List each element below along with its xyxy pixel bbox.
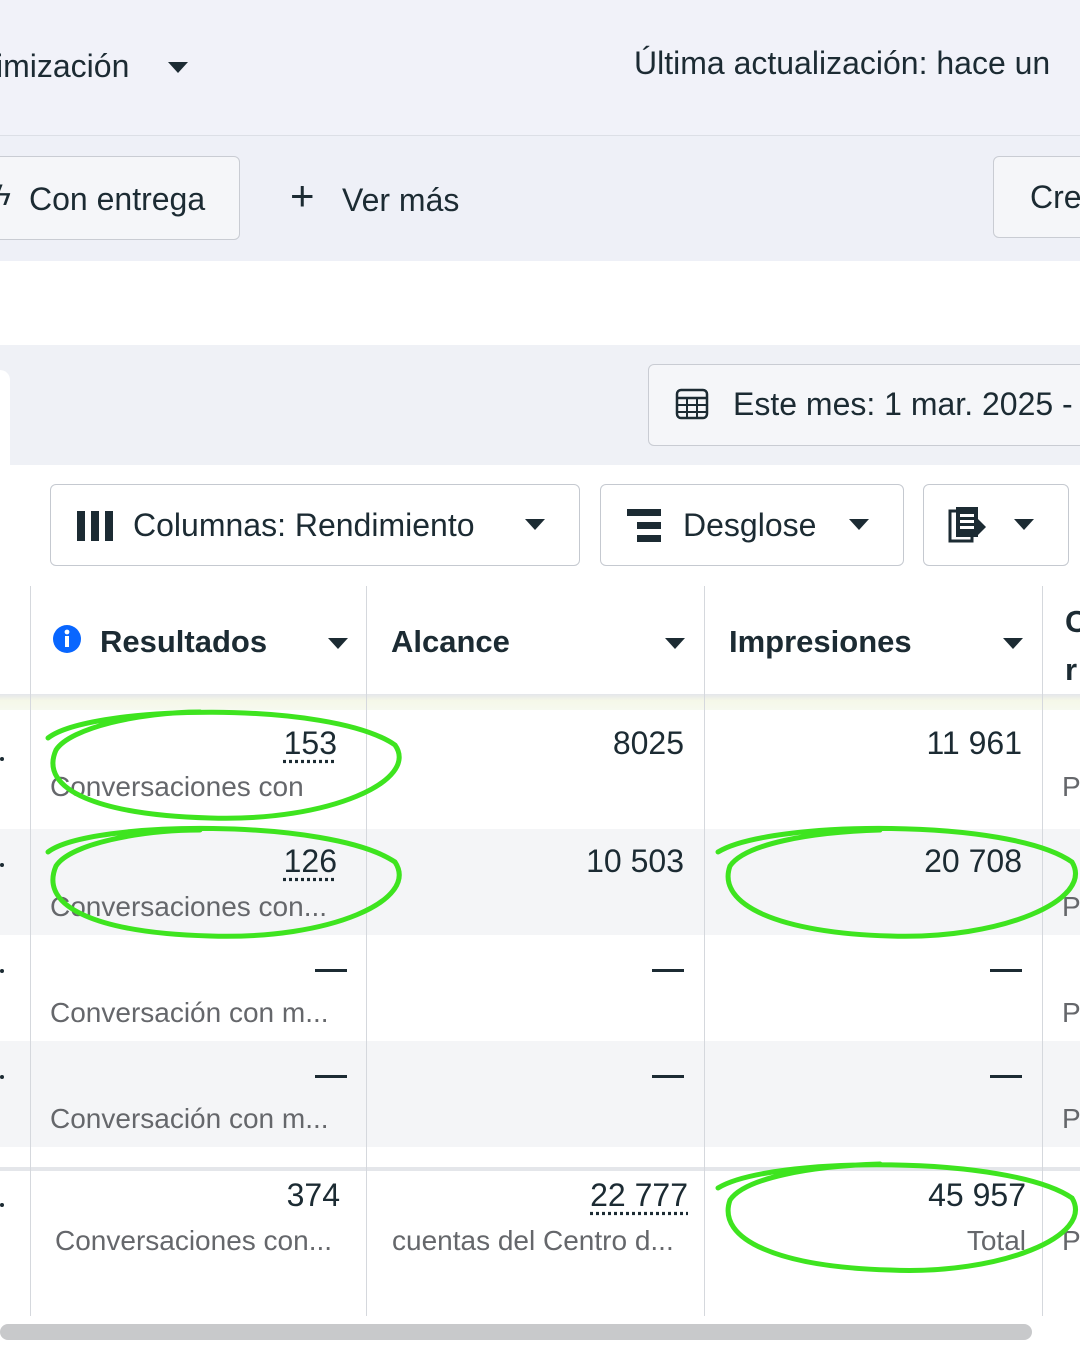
totals-row: 374 Conversaciones con... 22 777 cuentas… <box>0 1171 1080 1311</box>
row-edge-marker <box>0 1075 4 1079</box>
date-range-picker[interactable]: Este mes: 1 mar. 2025 - <box>648 364 1080 446</box>
see-more-label: Ver más <box>342 182 460 218</box>
partial-cell-text: P <box>1062 891 1080 922</box>
plus-icon: + <box>290 172 315 219</box>
columns-icon <box>77 511 113 541</box>
chevron-down-icon[interactable] <box>168 62 188 73</box>
column-header-results[interactable]: Resultados <box>30 586 366 694</box>
chevron-down-icon[interactable] <box>1003 638 1023 649</box>
table-row[interactable]: Conversación con m... P <box>0 935 1080 1041</box>
reach-value: 10 503 <box>586 843 684 879</box>
partial-cell-text: P <box>1062 771 1080 802</box>
reports-dropdown[interactable] <box>923 484 1069 566</box>
results-table: Resultados Alcance Impresiones C r 153 C… <box>0 586 1080 1326</box>
column-header-partial[interactable]: C r <box>1043 586 1080 694</box>
last-update-text: Última actualización: hace un <box>634 45 1051 81</box>
row-edge-marker <box>0 863 4 867</box>
impressions-empty-dash <box>990 1075 1022 1078</box>
left-panel-edge <box>0 370 10 465</box>
create-button[interactable]: Cre <box>993 156 1080 238</box>
chevron-down-icon <box>525 519 545 530</box>
create-button-label: Cre <box>1030 179 1080 215</box>
partial-cell-text: P <box>1062 1103 1080 1134</box>
chevron-down-icon <box>1014 519 1034 530</box>
column-header-reach-label: Alcance <box>391 624 510 659</box>
column-header-partial-top: C <box>1065 604 1080 639</box>
column-divider <box>30 586 31 1316</box>
results-subtext: Conversaciones con... <box>50 891 328 922</box>
calendar-icon <box>675 388 709 420</box>
columns-label: Columnas: Rendimiento <box>133 507 475 543</box>
row-edge-marker <box>0 757 4 761</box>
column-header-reach[interactable]: Alcance <box>367 586 704 694</box>
chevron-down-icon <box>849 519 869 530</box>
column-header-results-label: Resultados <box>100 624 268 659</box>
info-icon <box>53 625 81 653</box>
total-results-subtext: Conversaciones con... <box>55 1225 333 1256</box>
partial-cell-text: P <box>1062 997 1080 1028</box>
results-subtext: Conversación con m... <box>50 997 329 1028</box>
reports-icon <box>948 507 986 543</box>
results-value[interactable]: 126 <box>284 843 337 880</box>
total-impressions-value: 45 957 <box>928 1177 1026 1213</box>
results-empty-dash <box>315 1075 347 1078</box>
chevron-down-icon[interactable] <box>665 638 685 649</box>
impressions-value: 20 708 <box>924 843 1022 879</box>
impressions-empty-dash <box>990 969 1022 972</box>
results-empty-dash <box>315 969 347 972</box>
row-edge-marker <box>0 969 4 973</box>
row-edge-marker <box>0 1203 4 1207</box>
column-header-impressions[interactable]: Impresiones <box>705 586 1042 694</box>
column-divider <box>1042 586 1043 1316</box>
breakdown-dropdown[interactable]: Desglose <box>600 484 904 566</box>
total-impressions-subtext: Total <box>966 1225 1026 1256</box>
lightning-icon: ϟ <box>0 179 11 212</box>
date-range-label: Este mes: 1 mar. 2025 - <box>733 386 1073 422</box>
column-header-impressions-label: Impresiones <box>729 624 912 659</box>
column-divider <box>704 586 705 1316</box>
impressions-value: 11 961 <box>926 725 1023 761</box>
column-divider <box>366 586 367 1316</box>
breakdown-label: Desglose <box>683 507 817 543</box>
optimization-dropdown-label[interactable]: imización <box>0 48 129 85</box>
total-results-value: 374 <box>286 1177 340 1213</box>
columns-dropdown[interactable]: Columnas: Rendimiento <box>50 484 580 566</box>
delivery-filter-chip[interactable]: ϟ Con entrega <box>0 156 240 240</box>
column-header-partial-bottom: r <box>1065 652 1078 687</box>
header-divider <box>0 694 1080 710</box>
chevron-down-icon[interactable] <box>328 638 348 649</box>
results-subtext: Conversaciones con <box>50 771 304 802</box>
reach-empty-dash <box>652 969 684 972</box>
breakdown-icon <box>627 509 661 542</box>
horizontal-scrollbar[interactable] <box>0 1324 1032 1340</box>
table-row[interactable]: 126 Conversaciones con... 10 503 20 708 … <box>0 829 1080 935</box>
total-reach-subtext: cuentas del Centro d... <box>392 1225 674 1256</box>
reach-empty-dash <box>652 1075 684 1078</box>
results-subtext: Conversación con m... <box>50 1103 329 1134</box>
table-row[interactable]: 153 Conversaciones con 8025 11 961 P <box>0 723 1080 829</box>
partial-cell-text: P <box>1062 1225 1080 1256</box>
delivery-filter-label: Con entrega <box>29 181 206 217</box>
total-reach-value[interactable]: 22 777 <box>590 1177 688 1214</box>
results-value[interactable]: 153 <box>284 725 337 762</box>
reach-value: 8025 <box>612 725 684 761</box>
table-row[interactable]: Conversación con m... P <box>0 1041 1080 1147</box>
